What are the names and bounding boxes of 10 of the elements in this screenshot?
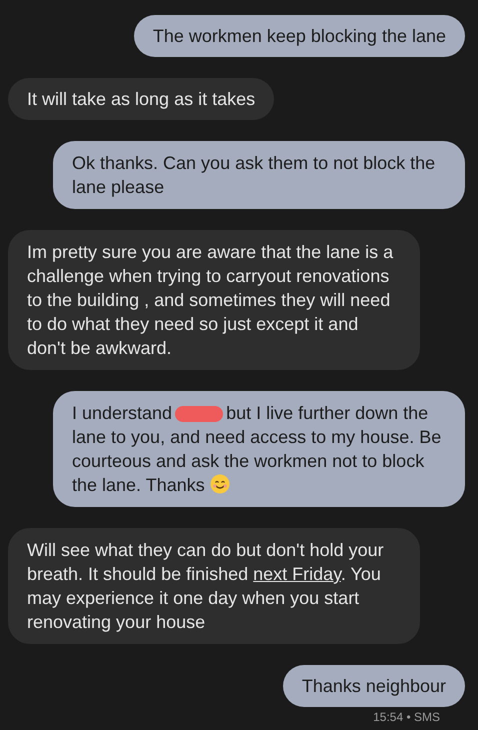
- message-text: Will see what they can do but don't hold your breath. It should be finished next Friday. You may experience it one day when you start renovating your house: [27, 539, 385, 634]
- message-text: Ok thanks. Can you ask them to not block the lane please: [72, 152, 436, 199]
- smiley-icon: [210, 474, 230, 494]
- message-text: Im pretty sure you are aware that the lane is a challenge when trying to carryout renovations to the building , and sometimes they will need to do what they need so just except it and don't be awkward.: [27, 241, 394, 360]
- date-link[interactable]: next Friday: [253, 564, 341, 584]
- message-text: Thanks neighbour: [302, 675, 446, 698]
- message-text: The workmen keep blocking the lane: [152, 25, 446, 48]
- message-text: I understand but I live further down the lane to you, and need access to my house. Be courteous and ask the workmen not to block the lane. Thanks: [72, 402, 442, 497]
- message-status: 15:54 • SMS: [373, 709, 440, 726]
- message-text: It will take as long as it takes: [27, 88, 256, 111]
